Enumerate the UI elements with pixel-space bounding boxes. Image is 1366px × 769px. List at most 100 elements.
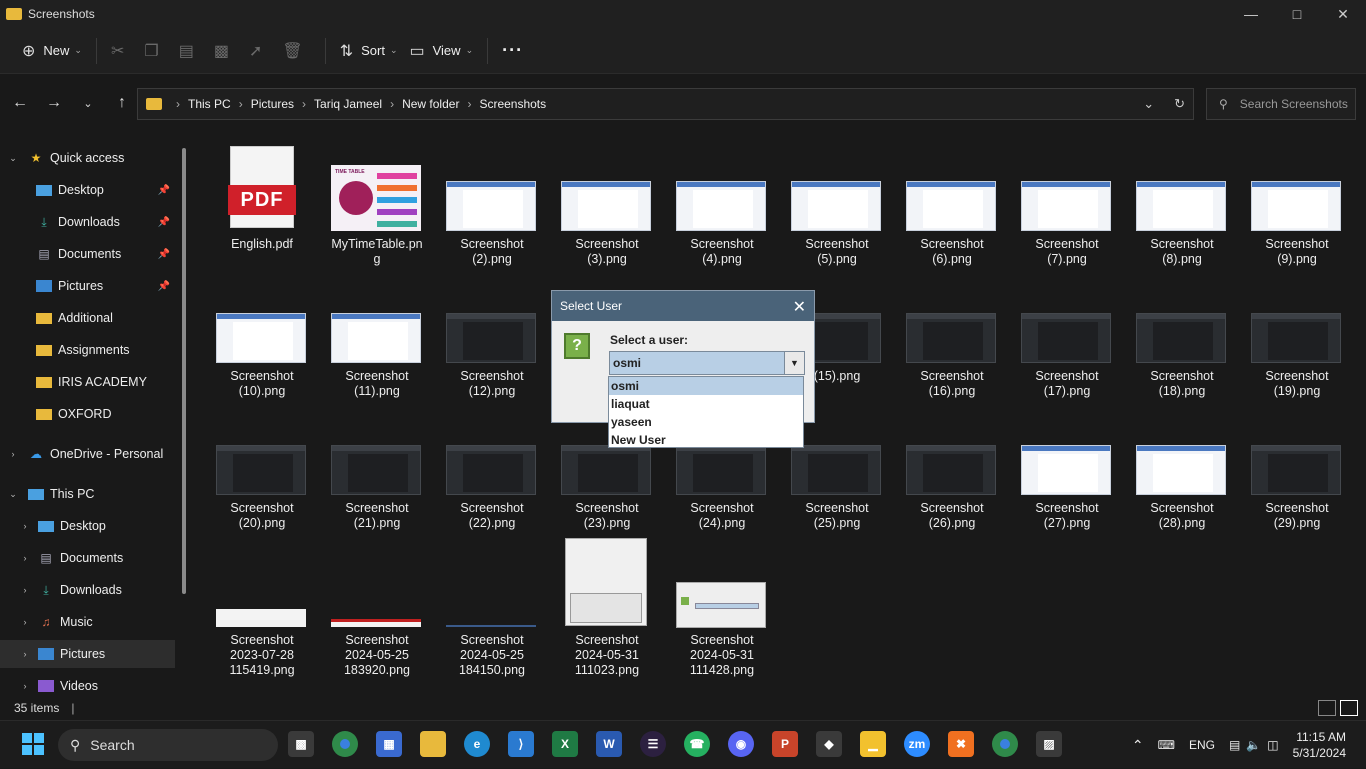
- sidebar-item-this-pc[interactable]: ⌄ This PC: [8, 480, 183, 508]
- sidebar-scrollbar[interactable]: [182, 148, 186, 594]
- file-name[interactable]: Screenshot (27).png: [1012, 501, 1122, 531]
- network-icon[interactable]: ▤: [1229, 738, 1240, 752]
- file-name[interactable]: Screenshot 2024-05-25 184150.png: [437, 633, 547, 678]
- file-name[interactable]: Screenshot 2023-07-28 115419.png: [207, 633, 317, 678]
- app-icon[interactable]: ◆: [816, 731, 842, 757]
- file-name[interactable]: Screenshot (25).png: [782, 501, 892, 531]
- maximize-button[interactable]: □: [1274, 0, 1320, 28]
- screenshot-thumbnail[interactable]: [791, 445, 881, 495]
- file-name[interactable]: Screenshot (24).png: [667, 501, 777, 531]
- file-name[interactable]: Screenshot (7).png: [1012, 237, 1122, 267]
- breadcrumb-new-folder[interactable]: New folder: [402, 97, 459, 111]
- java-app-icon[interactable]: ▨: [1036, 731, 1062, 757]
- forward-button[interactable]: →: [40, 89, 68, 117]
- file-name[interactable]: Screenshot (2).png: [437, 237, 547, 267]
- sidebar-item-pc-desktop[interactable]: › Desktop: [20, 512, 175, 540]
- recent-button[interactable]: ⌄: [74, 89, 102, 117]
- screenshot-thumbnail[interactable]: [1251, 313, 1341, 363]
- file-name[interactable]: Screenshot (11).png: [322, 369, 432, 399]
- file-name[interactable]: Screenshot (18).png: [1127, 369, 1237, 399]
- file-name[interactable]: Screenshot (3).png: [552, 237, 662, 267]
- file-name[interactable]: Screenshot (21).png: [322, 501, 432, 531]
- breadcrumb-screenshots[interactable]: Screenshots: [479, 97, 546, 111]
- volume-icon[interactable]: 🔈: [1246, 738, 1261, 752]
- powerpoint-icon[interactable]: P: [772, 731, 798, 757]
- screenshot-thumbnail[interactable]: [565, 538, 647, 626]
- screenshot-thumbnail[interactable]: [906, 313, 996, 363]
- address-history-dropdown[interactable]: ⌄: [1143, 96, 1154, 112]
- file-name[interactable]: Screenshot (10).png: [207, 369, 317, 399]
- discord-icon[interactable]: ◉: [728, 731, 754, 757]
- file-name[interactable]: Screenshot (4).png: [667, 237, 777, 267]
- battery-icon[interactable]: ◫: [1267, 738, 1278, 752]
- vscode-icon[interactable]: ⟩: [508, 731, 534, 757]
- screenshot-thumbnail[interactable]: [906, 445, 996, 495]
- language-indicator[interactable]: ENG: [1189, 738, 1215, 752]
- dropdown-option-liaquat[interactable]: liaquat: [609, 395, 803, 413]
- sidebar-item-pc-pictures[interactable]: › Pictures: [0, 640, 175, 668]
- screenshot-thumbnail[interactable]: [1251, 445, 1341, 495]
- file-name[interactable]: Screenshot (8).png: [1127, 237, 1237, 267]
- word-icon[interactable]: W: [596, 731, 622, 757]
- sidebar-item-pictures[interactable]: Pictures 📌: [36, 272, 176, 300]
- file-name[interactable]: Screenshot (28).png: [1127, 501, 1237, 531]
- chevron-up-icon[interactable]: ⌃: [1132, 737, 1144, 754]
- sidebar-item-pc-downloads[interactable]: › ⤓ Downloads: [20, 576, 175, 604]
- screenshot-thumbnail[interactable]: [791, 181, 881, 231]
- file-name[interactable]: English.pdf: [207, 237, 317, 252]
- eclipse-icon[interactable]: ☰: [640, 731, 666, 757]
- breadcrumb-tariq-jameel[interactable]: Tariq Jameel: [314, 97, 382, 111]
- screenshot-thumbnail[interactable]: [331, 619, 421, 627]
- timetable-thumbnail[interactable]: TIME TABLE: [331, 165, 421, 231]
- power-bi-icon[interactable]: ▁: [860, 731, 886, 757]
- cut-button[interactable]: ✂: [105, 34, 138, 68]
- file-name[interactable]: Screenshot (17).png: [1012, 369, 1122, 399]
- minimize-button[interactable]: —: [1228, 0, 1274, 28]
- screenshot-thumbnail[interactable]: [216, 313, 306, 363]
- pdf-thumbnail[interactable]: PDF: [228, 146, 296, 228]
- store-icon[interactable]: ▦: [376, 731, 402, 757]
- dialog-close-button[interactable]: ✕: [793, 297, 806, 317]
- sidebar-item-additional[interactable]: Additional: [36, 304, 176, 332]
- file-name[interactable]: Screenshot (22).png: [437, 501, 547, 531]
- screenshot-thumbnail[interactable]: [1021, 181, 1111, 231]
- file-name[interactable]: Screenshot (6).png: [897, 237, 1007, 267]
- clock[interactable]: 11:15 AM 5/31/2024: [1293, 729, 1346, 761]
- chrome-profile-icon[interactable]: [992, 731, 1018, 757]
- screenshot-thumbnail[interactable]: [1136, 181, 1226, 231]
- screenshot-thumbnail[interactable]: [906, 181, 996, 231]
- file-name[interactable]: Screenshot 2024-05-25 183920.png: [322, 633, 432, 678]
- address-bar[interactable]: › This PC › Pictures › Tariq Jameel › New fo…: [137, 88, 1194, 120]
- refresh-icon[interactable]: ↻: [1174, 96, 1185, 112]
- screenshot-thumbnail[interactable]: [676, 582, 766, 628]
- sidebar-item-pc-documents[interactable]: › ▤ Documents: [20, 544, 175, 572]
- zoom-icon[interactable]: zm: [904, 731, 930, 757]
- copy-button[interactable]: ❐: [138, 34, 172, 68]
- screenshot-thumbnail[interactable]: [446, 445, 536, 495]
- screenshot-thumbnail[interactable]: [676, 181, 766, 231]
- screenshot-thumbnail[interactable]: [561, 445, 651, 495]
- file-name[interactable]: Screenshot (12).png: [437, 369, 547, 399]
- file-name[interactable]: Screenshot (20).png: [207, 501, 317, 531]
- chrome-icon[interactable]: [332, 731, 358, 757]
- dropdown-option-yaseen[interactable]: yaseen: [609, 413, 803, 431]
- breadcrumb-pictures[interactable]: Pictures: [251, 97, 294, 111]
- screenshot-thumbnail[interactable]: [1021, 313, 1111, 363]
- screenshot-thumbnail[interactable]: [446, 181, 536, 231]
- screenshot-thumbnail[interactable]: [331, 445, 421, 495]
- screenshot-thumbnail[interactable]: [561, 181, 651, 231]
- excel-icon[interactable]: X: [552, 731, 578, 757]
- sort-button[interactable]: ⇅ Sort ⌄: [334, 34, 404, 68]
- file-name[interactable]: Screenshot 2024-05-31 111023.png: [552, 633, 662, 678]
- tiles-view-icon[interactable]: [1340, 700, 1358, 716]
- share-button[interactable]: ➚: [243, 34, 276, 68]
- sidebar-item-onedrive[interactable]: › ☁ OneDrive - Personal: [8, 440, 183, 468]
- file-name[interactable]: Screenshot (23).png: [552, 501, 662, 531]
- file-name[interactable]: Screenshot (26).png: [897, 501, 1007, 531]
- back-button[interactable]: ←: [6, 89, 34, 117]
- whatsapp-icon[interactable]: ☎: [684, 731, 710, 757]
- screenshot-thumbnail[interactable]: [1021, 445, 1111, 495]
- view-button[interactable]: ▭ View ⌄: [403, 34, 479, 68]
- sidebar-item-iris-academy[interactable]: IRIS ACADEMY: [36, 368, 176, 396]
- combobox-arrow-icon[interactable]: ▼: [784, 352, 804, 374]
